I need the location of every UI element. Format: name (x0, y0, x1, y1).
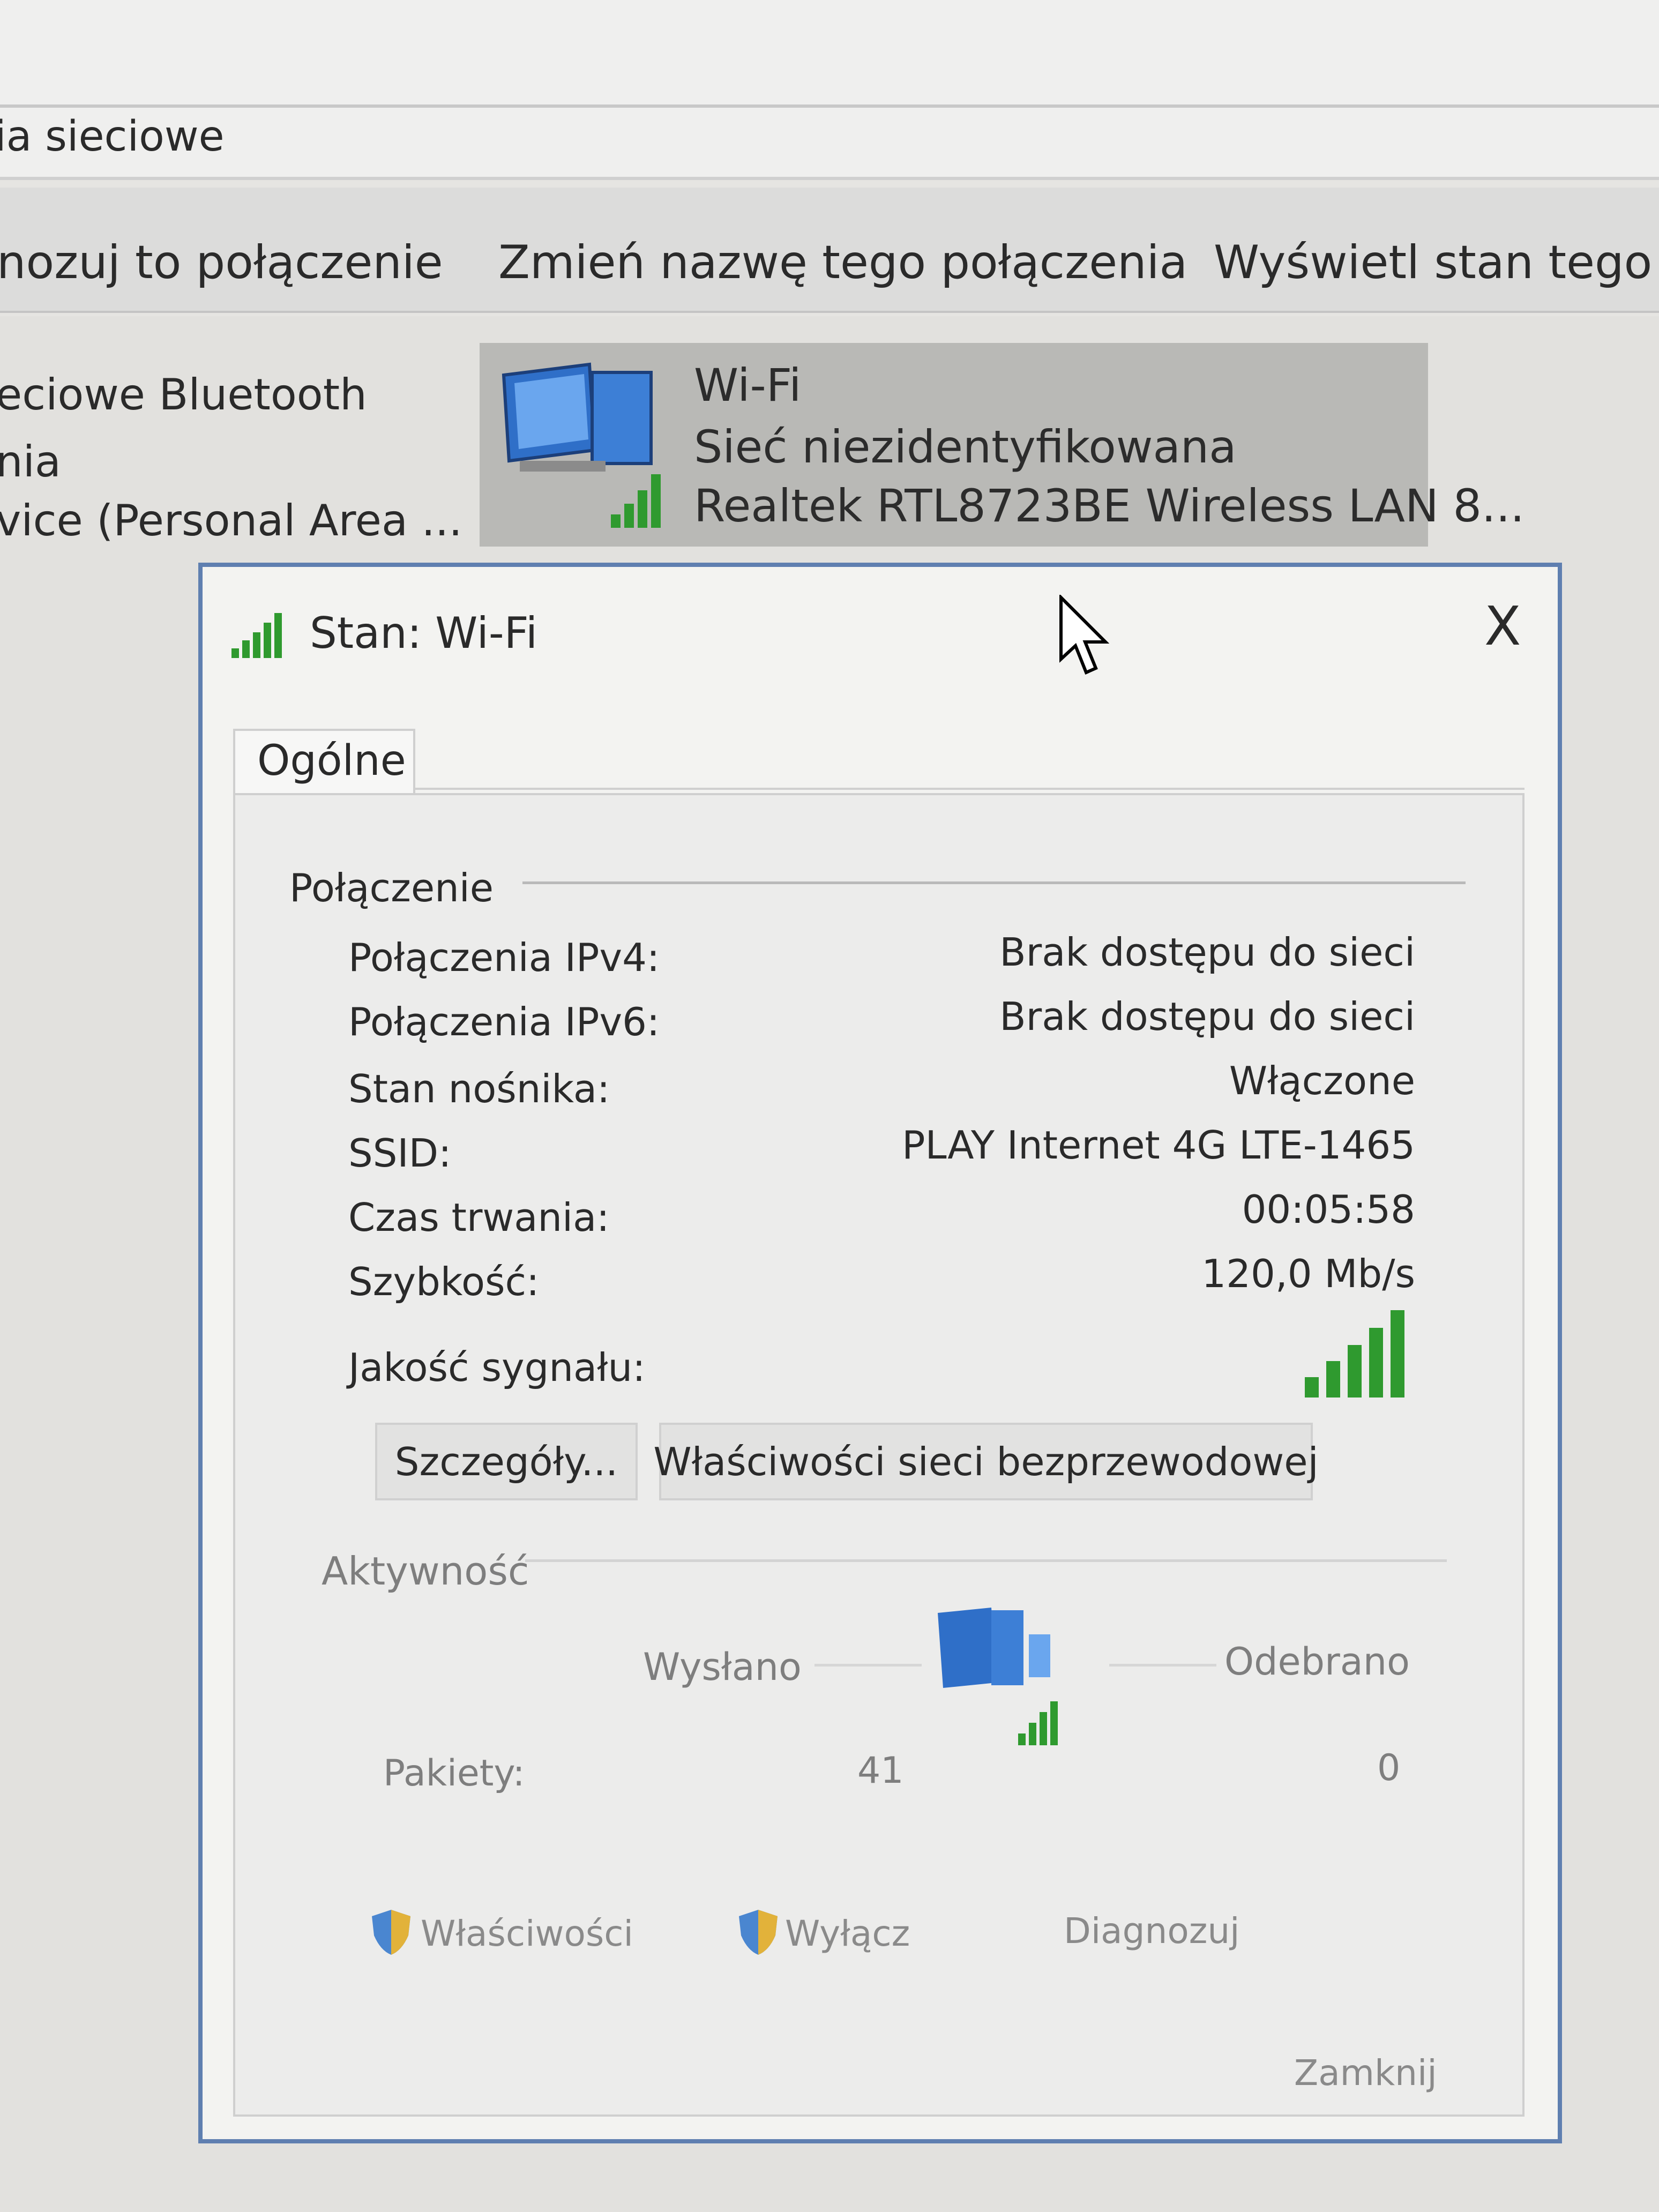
connection-group-label: Połączenie (289, 865, 494, 910)
signal-quality-label: Jakość sygnału: (348, 1345, 646, 1390)
signal-bar-2 (1326, 1361, 1340, 1398)
rename-connection-command[interactable]: Zmień nazwę tego połączenia (498, 236, 1187, 289)
sent-label: Wysłano (643, 1645, 802, 1689)
packets-label: Pakiety: (383, 1752, 525, 1795)
media-state-label: Stan nośnika: (348, 1066, 610, 1111)
wireless-properties-button[interactable]: Właściwości sieci bezprzewodowej (653, 1423, 1319, 1500)
activity-group-divider (525, 1559, 1447, 1562)
bluetooth-connection-name[interactable]: eciowe Bluetooth (0, 370, 367, 420)
close-icon[interactable]: X (1484, 595, 1521, 657)
wifi-tile-adapter: Realtek RTL8723BE Wireless LAN 8... (694, 480, 1525, 532)
address-bar (0, 0, 1659, 180)
speed-value: 120,0 Mb/s (1201, 1251, 1415, 1296)
ipv4-value: Brak dostępu do sieci (999, 930, 1415, 975)
activity-group-label: Aktywność (322, 1549, 529, 1594)
diagnose-connection-command[interactable]: nozuj to połączenie (0, 236, 443, 289)
disable-button[interactable]: Wyłącz (785, 1913, 910, 1954)
bluetooth-connection-device: vice (Personal Area ... (0, 496, 462, 545)
tab-general-label: Ogólne (257, 737, 406, 785)
shield-icon (372, 1910, 410, 1955)
dialog-title: Stan: Wi-Fi (310, 608, 538, 658)
close-button[interactable]: Zamknij (1294, 2052, 1437, 2094)
address-divider (0, 104, 1659, 108)
wifi-tile-name: Wi-Fi (694, 359, 802, 412)
diagnose-button[interactable]: Diagnozuj (1064, 1910, 1240, 1952)
signal-bar-5 (1391, 1310, 1404, 1398)
properties-button[interactable]: Właściwości (421, 1913, 633, 1954)
sent-line (814, 1664, 922, 1667)
mouse-cursor-icon (1059, 595, 1110, 675)
signal-bar-4 (1369, 1328, 1383, 1398)
ipv4-label: Połączenia IPv4: (348, 935, 660, 980)
media-state-value: Włączone (1229, 1058, 1415, 1103)
bluetooth-connection-status: nia (0, 437, 61, 487)
ipv6-value: Brak dostępu do sieci (999, 994, 1415, 1039)
details-button[interactable]: Szczegóły... (375, 1423, 638, 1500)
address-text[interactable]: ia sieciowe (0, 113, 225, 161)
signal-bar-3 (1348, 1345, 1362, 1398)
view-status-command[interactable]: Wyświetl stan tego po (1214, 236, 1659, 289)
signal-quality-bars (1305, 1310, 1404, 1398)
ssid-label: SSID: (348, 1131, 452, 1176)
tab-strip (415, 788, 1525, 790)
ipv6-label: Połączenia IPv6: (348, 999, 660, 1044)
connection-group-divider (522, 881, 1466, 884)
shield-icon (739, 1910, 778, 1955)
network-activity-icon (938, 1608, 1058, 1745)
speed-label: Szybkość: (348, 1259, 540, 1304)
wifi-tile-status: Sieć niezidentyfikowana (694, 421, 1237, 473)
received-label: Odebrano (1224, 1640, 1410, 1684)
packets-received-value: 0 (1377, 1747, 1401, 1789)
duration-value: 00:05:58 (1242, 1187, 1415, 1232)
duration-label: Czas trwania: (348, 1195, 610, 1240)
signal-bar-1 (1305, 1377, 1319, 1398)
received-line (1109, 1664, 1216, 1667)
packets-sent-value: 41 (857, 1750, 904, 1792)
network-adapter-icon (502, 362, 661, 528)
ssid-value: PLAY Internet 4G LTE-1465 (902, 1123, 1415, 1168)
signal-strength-icon (231, 613, 282, 658)
